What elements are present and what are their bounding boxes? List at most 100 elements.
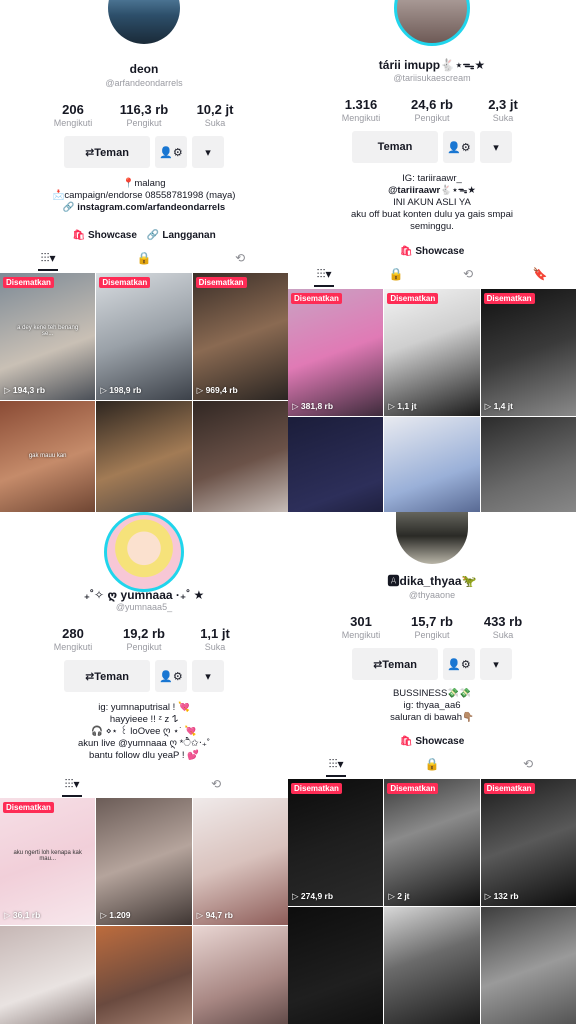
stat-label: Mengikuti (53, 118, 93, 128)
avatar[interactable] (108, 0, 180, 44)
caret-down-icon[interactable]: ▾ (192, 660, 224, 692)
caret-down-icon[interactable]: ▾ (192, 136, 224, 168)
video-thumbnail[interactable] (288, 907, 384, 1024)
friend-button[interactable]: ⇄Teman (64, 136, 150, 168)
profile-name: tárii imupp🐇⋆ᯓ★ (378, 58, 486, 72)
video-thumbnail[interactable]: Disematkan 381,8 rb (288, 289, 384, 416)
video-caption: gak mauu kan (28, 453, 67, 459)
pinned-badge: Disematkan (291, 293, 342, 304)
friend-button[interactable]: ⇄Teman (64, 660, 150, 692)
subscription-link[interactable]: 🔗 Langganan (147, 230, 216, 241)
tab-reposts[interactable]: ⟲ (218, 248, 262, 268)
stat-likes[interactable]: 1,1 jt Suka (180, 626, 250, 652)
showcase-link[interactable]: 🛍 Showcase (72, 230, 137, 241)
view-count: 94,7 rb (197, 910, 233, 921)
caret-down-icon[interactable]: ▾ (480, 131, 512, 163)
video-grid: Disematkan aku ngerti loh kenapa kak mau.… (0, 798, 288, 1024)
video-thumbnail[interactable] (384, 907, 480, 1024)
pinned-badge: Disematkan (387, 783, 439, 794)
video-thumbnail[interactable]: 1.209 (96, 798, 192, 925)
video-thumbnail[interactable] (288, 417, 384, 512)
tab-reposts[interactable]: ⟲ (194, 774, 238, 794)
person-settings-icon[interactable]: 👤⚙ (443, 648, 475, 680)
video-thumbnail[interactable]: Disematkan 1,1 jt (384, 289, 480, 416)
person-settings-icon[interactable]: 👤⚙ (155, 660, 187, 692)
video-thumbnail[interactable] (96, 401, 192, 512)
video-thumbnail[interactable]: Disematkan 969,4 rb (192, 273, 288, 400)
stat-likes[interactable]: 433 rb Suka (468, 614, 538, 640)
bio-line: hayyieee !! ᶻ z 𐰁 (109, 714, 179, 725)
video-thumbnail[interactable]: Disematkan 1,4 jt (480, 289, 576, 416)
video-thumbnail[interactable]: Disematkan aku ngerti loh kenapa kak mau.… (0, 798, 96, 925)
video-thumbnail[interactable] (384, 417, 480, 512)
pinned-badge: Disematkan (3, 802, 54, 813)
video-grid: Disematkan 381,8 rb Disematkan 1,1 jt Dise… (288, 289, 576, 512)
video-thumbnail[interactable]: Disematkan 274,9 rb (288, 779, 384, 906)
tab-videos[interactable]: ⫶⫶⫶▾ (314, 754, 358, 777)
person-settings-icon[interactable]: 👤⚙ (155, 136, 187, 168)
pinned-badge: Disematkan (291, 783, 342, 794)
profile-name: deon (129, 62, 159, 76)
tab-private[interactable]: 🔒 (374, 264, 418, 284)
video-thumbnail[interactable] (0, 926, 96, 1024)
avatar[interactable] (394, 0, 470, 46)
person-settings-icon[interactable]: 👤⚙ (443, 131, 475, 163)
stats-row: 280 Mengikuti 19,2 rb Pengikut 1,1 jt Suka (38, 626, 250, 652)
profile-panel-tarii: tárii imupp🐇⋆ᯓ★ @tariisukaescream 1.316 M… (288, 0, 576, 512)
tab-videos[interactable]: ⫶⫶⫶▾ (26, 248, 70, 271)
stat-value: 1.316 (344, 97, 378, 112)
stat-following[interactable]: 206 Mengikuti (38, 102, 108, 128)
bio-mention[interactable]: @tariiraawr🐇⋆ᯓ★ (298, 185, 566, 197)
bio: ig: yumnaputrisal ! 💘 hayyieee !! ᶻ z 𐰁 … (10, 702, 278, 762)
stat-label: Suka (492, 630, 514, 640)
video-thumbnail[interactable]: Disematkan 2 jt (384, 779, 480, 906)
stat-followers[interactable]: 15,7 rb Pengikut (397, 614, 467, 640)
stats-row: 301 Mengikuti 15,7 rb Pengikut 433 rb Suka (326, 614, 538, 640)
avatar[interactable] (104, 512, 184, 592)
stat-followers[interactable]: 24,6 rb Pengikut (397, 97, 467, 123)
bio-line: BUSSINESS💸💸 (392, 688, 472, 699)
stat-following[interactable]: 1.316 Mengikuti (326, 97, 396, 123)
friend-button[interactable]: ⇄Teman (352, 648, 438, 680)
bio-line: saluran di bawah👇🏽 (390, 712, 474, 723)
stat-followers[interactable]: 116,3 rb Pengikut (109, 102, 179, 128)
stat-following[interactable]: 301 Mengikuti (326, 614, 396, 640)
tab-videos[interactable]: ⫶⫶⫶▾ (50, 774, 94, 797)
tab-favorites[interactable]: 🔖 (518, 264, 562, 284)
avatar[interactable] (396, 512, 468, 564)
video-thumbnail[interactable] (480, 907, 576, 1024)
caret-down-icon[interactable]: ▾ (480, 648, 512, 680)
video-thumbnail[interactable]: Disematkan 132 rb (480, 779, 576, 906)
bio-line: 📍malang (122, 178, 166, 189)
video-thumbnail[interactable] (192, 926, 288, 1024)
video-thumbnail[interactable]: 94,7 rb (192, 798, 288, 925)
video-thumbnail[interactable]: Disematkan a dey kene teh benang se... 194… (0, 273, 96, 400)
profile-links: 🛍 Showcase 🔗 Langganan (0, 230, 288, 241)
tab-reposts[interactable]: ⟲ (506, 754, 550, 774)
stat-likes[interactable]: 2,3 jt Suka (468, 97, 538, 123)
tab-videos[interactable]: ⫶⫶⫶▾ (302, 264, 346, 287)
tab-reposts[interactable]: ⟲ (446, 264, 490, 284)
video-thumbnail[interactable] (96, 926, 192, 1024)
bio: BUSSINESS💸💸 ig: thyaa_aa6 saluran di baw… (298, 688, 566, 724)
stat-followers[interactable]: 19,2 rb Pengikut (109, 626, 179, 652)
bio-line: INI AKUN ASLI YA (393, 197, 471, 208)
showcase-link[interactable]: 🛍 Showcase (400, 736, 465, 747)
stat-likes[interactable]: 10,2 jt Suka (180, 102, 250, 128)
bio-link[interactable]: 🔗 instagram.com/arfandeondarrels (10, 202, 278, 214)
tab-private[interactable]: 🔒 (122, 248, 166, 268)
friend-button[interactable]: Teman (352, 131, 438, 163)
stat-following[interactable]: 280 Mengikuti (38, 626, 108, 652)
tab-private[interactable]: 🔒 (410, 754, 454, 774)
video-thumbnail[interactable]: gak mauu kan (0, 401, 96, 512)
bio-line: akun live @yumnaaa ღ *ੈ✩‧₊˚ (77, 738, 211, 749)
showcase-link[interactable]: 🛍 Showcase (400, 246, 465, 257)
action-buttons: ⇄Teman 👤⚙ ▾ (0, 136, 288, 168)
stat-value: 24,6 rb (411, 97, 453, 112)
video-thumbnail[interactable] (480, 417, 576, 512)
stat-value: 15,7 rb (411, 614, 453, 629)
stat-value: 206 (62, 102, 84, 117)
video-thumbnail[interactable] (192, 401, 288, 512)
bio-line: ig: yumnaputrisal ! 💘 (98, 702, 190, 713)
video-thumbnail[interactable]: Disematkan 198,9 rb (96, 273, 192, 400)
